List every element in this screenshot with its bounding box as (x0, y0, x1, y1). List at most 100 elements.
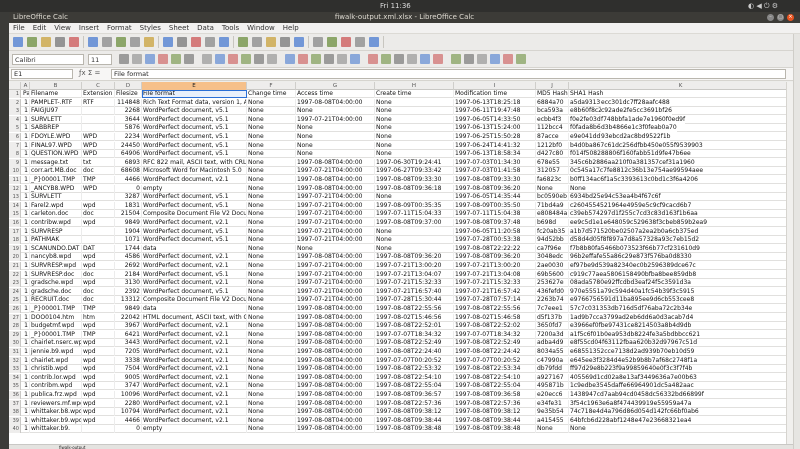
cell[interactable]: c39eb574297d1f255c7cd3c83d163f1b6aa (569, 210, 793, 219)
cell[interactable]: 1997-07-21T04:00:00 (296, 287, 375, 296)
cell[interactable]: 1997-08-08T09:36:20 (454, 253, 536, 262)
format-icon[interactable] (241, 54, 251, 64)
format-icon[interactable] (516, 54, 526, 64)
row-header[interactable]: 40 (9, 425, 21, 434)
row-header[interactable]: 10 (9, 167, 21, 176)
format-icon[interactable] (368, 54, 378, 64)
cell[interactable]: DOO0104.htm (30, 313, 82, 322)
vertical-scrollbar[interactable] (786, 82, 793, 444)
cell[interactable]: wpd (82, 219, 115, 227)
cell[interactable]: 6893 (115, 158, 142, 167)
row-header[interactable]: 20 (9, 253, 21, 262)
cell[interactable]: 1 (22, 416, 30, 425)
cell[interactable]: _P}00001.TMP (30, 330, 82, 339)
cell[interactable]: 1997-08-08T04:00:00 (296, 348, 375, 356)
cell[interactable]: 1997-08-09T00:35:50 (454, 201, 536, 210)
cell[interactable]: 2692 (115, 262, 142, 270)
cell[interactable]: 345c6b2886aa210f0a381357cef31a1960 (569, 158, 793, 167)
cell[interactable]: data (142, 305, 247, 313)
cell[interactable]: 1212bf0 (536, 141, 569, 150)
cell[interactable]: 3443 (115, 339, 142, 348)
format-icon[interactable] (267, 54, 277, 64)
cell[interactable]: 1 (22, 373, 30, 382)
cell[interactable]: None (247, 382, 296, 391)
cell[interactable]: 0c545a17c7fe8812c36b13e754ae99594aee (569, 167, 793, 176)
cell[interactable]: Create time (375, 90, 454, 98)
cell[interactable]: 1997-06-05T14:35:44 (454, 193, 536, 202)
cell[interactable]: Modification time (454, 90, 536, 98)
cell[interactable]: MD5 Hash (536, 90, 569, 98)
cell[interactable]: 1 (22, 150, 30, 159)
cell[interactable]: data (142, 244, 247, 253)
cell[interactable]: 74c718e4d4a796d86d054d142fc66bf0ab6 (569, 408, 793, 417)
format-icon[interactable] (202, 54, 212, 64)
cell[interactable]: 0 (115, 184, 142, 193)
cell[interactable]: e808484a (536, 210, 569, 219)
cell[interactable]: None (247, 201, 296, 210)
cell[interactable]: 1 (22, 330, 30, 339)
cell[interactable]: 68608 (115, 167, 142, 176)
cell[interactable]: 1997-08-08T04:00:00 (296, 322, 375, 331)
cell[interactable]: 1 (22, 356, 30, 365)
format-icon[interactable] (132, 54, 142, 64)
close-button[interactable]: × (787, 14, 794, 21)
toolbar-icon[interactable] (27, 37, 37, 47)
cell[interactable]: fc20ab35 (536, 227, 569, 236)
cell[interactable]: e20ecc6 (536, 391, 569, 399)
cell[interactable]: carleton.doc (30, 210, 82, 219)
cell[interactable]: None (375, 98, 454, 107)
cell[interactable]: Filesize (115, 90, 142, 98)
format-icon[interactable] (254, 54, 264, 64)
cell[interactable]: d427c80 (536, 150, 569, 159)
cell[interactable]: empty (142, 425, 247, 434)
cell[interactable]: 7200a3d (536, 330, 569, 339)
format-icon[interactable] (184, 54, 194, 64)
cell[interactable]: _P}00001.TMP (30, 176, 82, 184)
cell[interactable]: gradsche.wpd (30, 279, 82, 288)
toolbar-icon[interactable] (69, 37, 79, 47)
column-header-e[interactable]: E (142, 82, 247, 90)
cell[interactable]: 1997-08-08T04:00:00 (296, 253, 375, 262)
cell[interactable]: None (247, 305, 296, 313)
cell[interactable]: None (247, 219, 296, 227)
cell[interactable]: None (247, 399, 296, 408)
cell[interactable]: 1997-06-11T19:47:48 (454, 107, 536, 116)
cell[interactable] (82, 124, 115, 133)
cell[interactable]: 1c9edbe3545daffe66964901dc5a482aac (569, 382, 793, 391)
cell[interactable]: WPD (82, 141, 115, 150)
row-header[interactable]: 29 (9, 330, 21, 339)
cell[interactable]: FINAL97.WPD (30, 141, 82, 150)
cell[interactable]: None (247, 124, 296, 133)
cell[interactable]: 1997-06-13T18:58:34 (454, 150, 536, 159)
cell[interactable]: None (247, 391, 296, 399)
cell[interactable]: 1997-07-21T13:04:07 (375, 270, 454, 279)
column-header-d[interactable]: D (115, 82, 142, 90)
row-header[interactable]: 14 (9, 201, 21, 210)
toolbar-icon[interactable] (294, 37, 304, 47)
cell[interactable]: 1997-08-08T04:00:00 (296, 305, 375, 313)
cell[interactable]: 6421 (115, 330, 142, 339)
cell[interactable]: 495871b (536, 382, 569, 391)
cell[interactable]: None (247, 133, 296, 141)
cell[interactable]: FDOYLE.WPD (30, 133, 82, 141)
cell[interactable]: SURVLETT (30, 115, 82, 124)
cell[interactable]: 2268 (115, 107, 142, 116)
cell[interactable]: wpd (82, 201, 115, 210)
cell[interactable]: 1997-08-08T09:36:20 (454, 184, 536, 193)
cell[interactable]: 08ada5780e92ffcdbd3eaf24f5c3591d3a (569, 279, 793, 288)
row-header[interactable]: 27 (9, 313, 21, 322)
toolbar-icon[interactable] (341, 37, 351, 47)
cell[interactable]: None (247, 279, 296, 288)
toolbar-icon[interactable] (116, 37, 126, 47)
cell[interactable]: 1997-08-08T04:00:00 (296, 158, 375, 167)
cell[interactable]: whittaker.b8.wpd (30, 408, 82, 417)
cell[interactable]: WordPerfect document, v2.1 (142, 391, 247, 399)
cell[interactable]: TMP (82, 176, 115, 184)
cell[interactable]: 3644 (115, 115, 142, 124)
cell[interactable]: txt (82, 158, 115, 167)
cell[interactable]: Composite Document File V2 Document (142, 210, 247, 219)
cell[interactable]: 1997-08-08T09:38:48 (375, 425, 454, 434)
cell[interactable]: 1997-06-27T09:33:42 (375, 167, 454, 176)
cell[interactable]: christib.wpd (30, 365, 82, 374)
cell[interactable]: None (247, 167, 296, 176)
